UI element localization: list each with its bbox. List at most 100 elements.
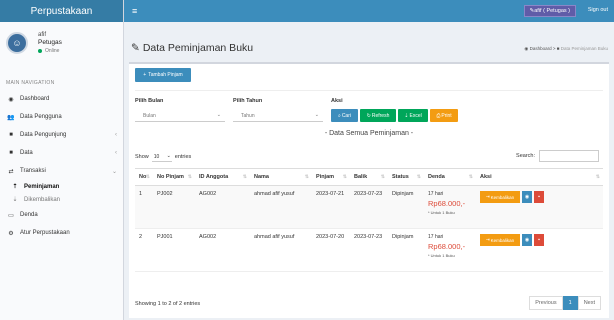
cell-id-anggota: AG002 — [195, 185, 250, 229]
sort-icon: ⇅ — [595, 174, 600, 180]
sidebar-item-atur-perpustakaan[interactable]: ⚙ Atur Perpustakaan — [0, 224, 123, 242]
view-button[interactable]: ◉ — [522, 234, 532, 246]
page-length-select[interactable]: 10 ⌄ — [151, 152, 172, 162]
dashboard-icon: ◉ — [8, 96, 14, 103]
online-dot-icon — [38, 49, 42, 53]
delete-button[interactable]: ▪ — [534, 234, 544, 246]
cell-balik: 2023-07-23 — [350, 228, 388, 272]
nav-header: MAIN NAVIGATION — [6, 80, 55, 86]
cell-nama: ahmad afif yusuf — [250, 228, 312, 272]
cell-no-pinjam: PJ001 — [153, 228, 195, 272]
signout-link[interactable]: Sign out — [588, 7, 608, 13]
chevron-left-icon: ‹ — [115, 150, 117, 156]
main-content: ✎ Data Peminjaman Buku ◉ Dashboard > ■ Da… — [124, 22, 614, 320]
col-no[interactable]: No ⇅ — [135, 168, 153, 186]
eye-icon: ◉ — [524, 237, 530, 243]
eye-icon: ◉ — [524, 194, 530, 200]
sort-icon: ⇅ — [342, 174, 347, 180]
col-no-pinjam[interactable]: No Pinjam ⇅ — [153, 168, 195, 186]
fine-note: * Untuk 1 Buku — [428, 253, 455, 258]
brand-logo[interactable]: Perpustakaan — [0, 0, 123, 22]
loan-table: No ⇅ No Pinjam ⇅ ID Anggota ⇅ Nama ⇅ Pinjam ⇅… — [135, 168, 603, 272]
cell-status: Dipinjam — [388, 228, 424, 272]
label-aksi: Aksi — [331, 98, 343, 104]
content-box: + Tambah Pinjam Pilih Bulan Pilih Tahun A… — [129, 62, 609, 318]
prev-page-button[interactable]: Previous — [529, 296, 563, 310]
sidebar-item-transaksi[interactable]: ⇄ Transaksi ⌄ — [0, 162, 123, 180]
user-panel: ☺ afif Petugas Online — [0, 22, 123, 64]
breadcrumb-home[interactable]: Dashboard — [530, 46, 552, 51]
next-page-button[interactable]: Next — [577, 296, 601, 310]
search-button[interactable]: ⌕ Cari — [331, 109, 358, 122]
sidebar-item-peminjaman[interactable]: ⇡ Peminjaman — [0, 180, 123, 193]
sort-icon: ⇅ — [242, 174, 247, 180]
page-1-button[interactable]: 1 — [562, 296, 578, 310]
cell-aksi: ⇥ Kembalikan ◉ ▪ — [476, 185, 603, 229]
delete-button[interactable]: ▪ — [534, 191, 544, 203]
cell-aksi: ⇥ Kembalikan ◉ ▪ — [476, 228, 603, 272]
sidebar-item-dikembalikan[interactable]: ⇣ Dikembalikan — [0, 193, 123, 206]
cell-pinjam: 2023-07-20 — [312, 228, 350, 272]
excel-button[interactable]: ⇣ Excel — [398, 109, 428, 122]
sidebar-item-denda[interactable]: ▭ Denda — [0, 206, 123, 224]
cell-denda: 17 hari Rp68.000,- * Untuk 1 Buku — [424, 185, 476, 229]
month-select[interactable]: Bulan ⌄ — [135, 109, 225, 122]
print-icon: ⎙ — [436, 112, 441, 119]
table-search: Search: — [516, 150, 599, 162]
download-icon: ⇣ — [404, 112, 409, 119]
print-button[interactable]: ⎙ Print — [430, 109, 458, 122]
sidebar: Perpustakaan ☺ afif Petugas Online MAIN … — [0, 0, 124, 320]
label-bulan: Pilih Bulan — [135, 98, 164, 104]
menu-toggle-icon[interactable]: ≡ — [132, 6, 137, 16]
col-balik[interactable]: Balik ⇅ — [350, 168, 388, 186]
trash-icon: ▪ — [538, 194, 540, 200]
add-loan-button[interactable]: + Tambah Pinjam — [135, 68, 191, 82]
col-pinjam[interactable]: Pinjam ⇅ — [312, 168, 350, 186]
col-nama[interactable]: Nama ⇅ — [250, 168, 312, 186]
cogs-icon: ⚙ — [8, 230, 14, 237]
return-button[interactable]: ⇥ Kembalikan — [480, 191, 520, 203]
sort-icon: ⇅ — [380, 174, 385, 180]
table-info: Showing 1 to 2 of 2 entries — [135, 301, 201, 307]
label-tahun: Pilih Tahun — [233, 98, 263, 104]
sidebar-item-data-pengunjung[interactable]: ■ Data Pengunjung ‹ — [0, 126, 123, 144]
visitor-icon: ■ — [9, 132, 13, 138]
refresh-button[interactable]: ↻ Refresh — [360, 109, 396, 122]
top-navbar: ≡ ✎afif ( Petugas ) Sign out — [124, 0, 614, 22]
view-button[interactable]: ◉ — [522, 191, 532, 203]
pagination: Previous 1 Next — [529, 296, 601, 310]
sort-icon: ⇅ — [304, 174, 309, 180]
page-title: ✎ Data Peminjaman Buku — [131, 42, 254, 54]
user-menu-button[interactable]: ✎afif ( Petugas ) — [523, 5, 576, 17]
users-icon: 👥 — [7, 114, 15, 121]
sidebar-item-dashboard[interactable]: ◉ Dashboard — [0, 90, 123, 108]
col-status[interactable]: Status ⇅ — [388, 168, 424, 186]
col-id-anggota[interactable]: ID Anggota ⇅ — [195, 168, 250, 186]
chevron-left-icon: ‹ — [115, 132, 117, 138]
return-button[interactable]: ⇥ Kembalikan — [480, 234, 520, 246]
search-icon: ⌕ — [338, 112, 341, 119]
cell-nama: ahmad afif yusuf — [250, 185, 312, 229]
money-icon: ▭ — [8, 212, 14, 219]
col-aksi[interactable]: Aksi ⇅ — [476, 168, 603, 186]
user-status: Online — [38, 47, 62, 55]
cell-status: Dipinjam — [388, 185, 424, 229]
cell-no-pinjam: PJ002 — [153, 185, 195, 229]
year-select[interactable]: Tahun ⌄ — [233, 109, 323, 122]
breadcrumb-current: Data Peminjaman Buku — [560, 46, 608, 51]
divider — [135, 90, 603, 91]
exchange-icon: ⇄ — [8, 168, 14, 175]
search-input[interactable] — [539, 150, 599, 162]
fine-amount: Rp68.000,- — [428, 199, 466, 208]
sidebar-item-data[interactable]: ■ Data ‹ — [0, 144, 123, 162]
upload-icon: ⇡ — [12, 184, 18, 190]
refresh-icon: ↻ — [366, 112, 371, 119]
plus-icon: + — [143, 72, 147, 78]
sort-icon: ⇅ — [416, 174, 421, 180]
cell-id-anggota: AG002 — [195, 228, 250, 272]
col-denda[interactable]: Denda ⇅ — [424, 168, 476, 186]
cell-pinjam: 2023-07-21 — [312, 185, 350, 229]
sidebar-item-data-pengguna[interactable]: 👥 Data Pengguna — [0, 108, 123, 126]
avatar: ☺ — [6, 32, 28, 54]
chevron-down-icon: ⌄ — [166, 153, 171, 159]
